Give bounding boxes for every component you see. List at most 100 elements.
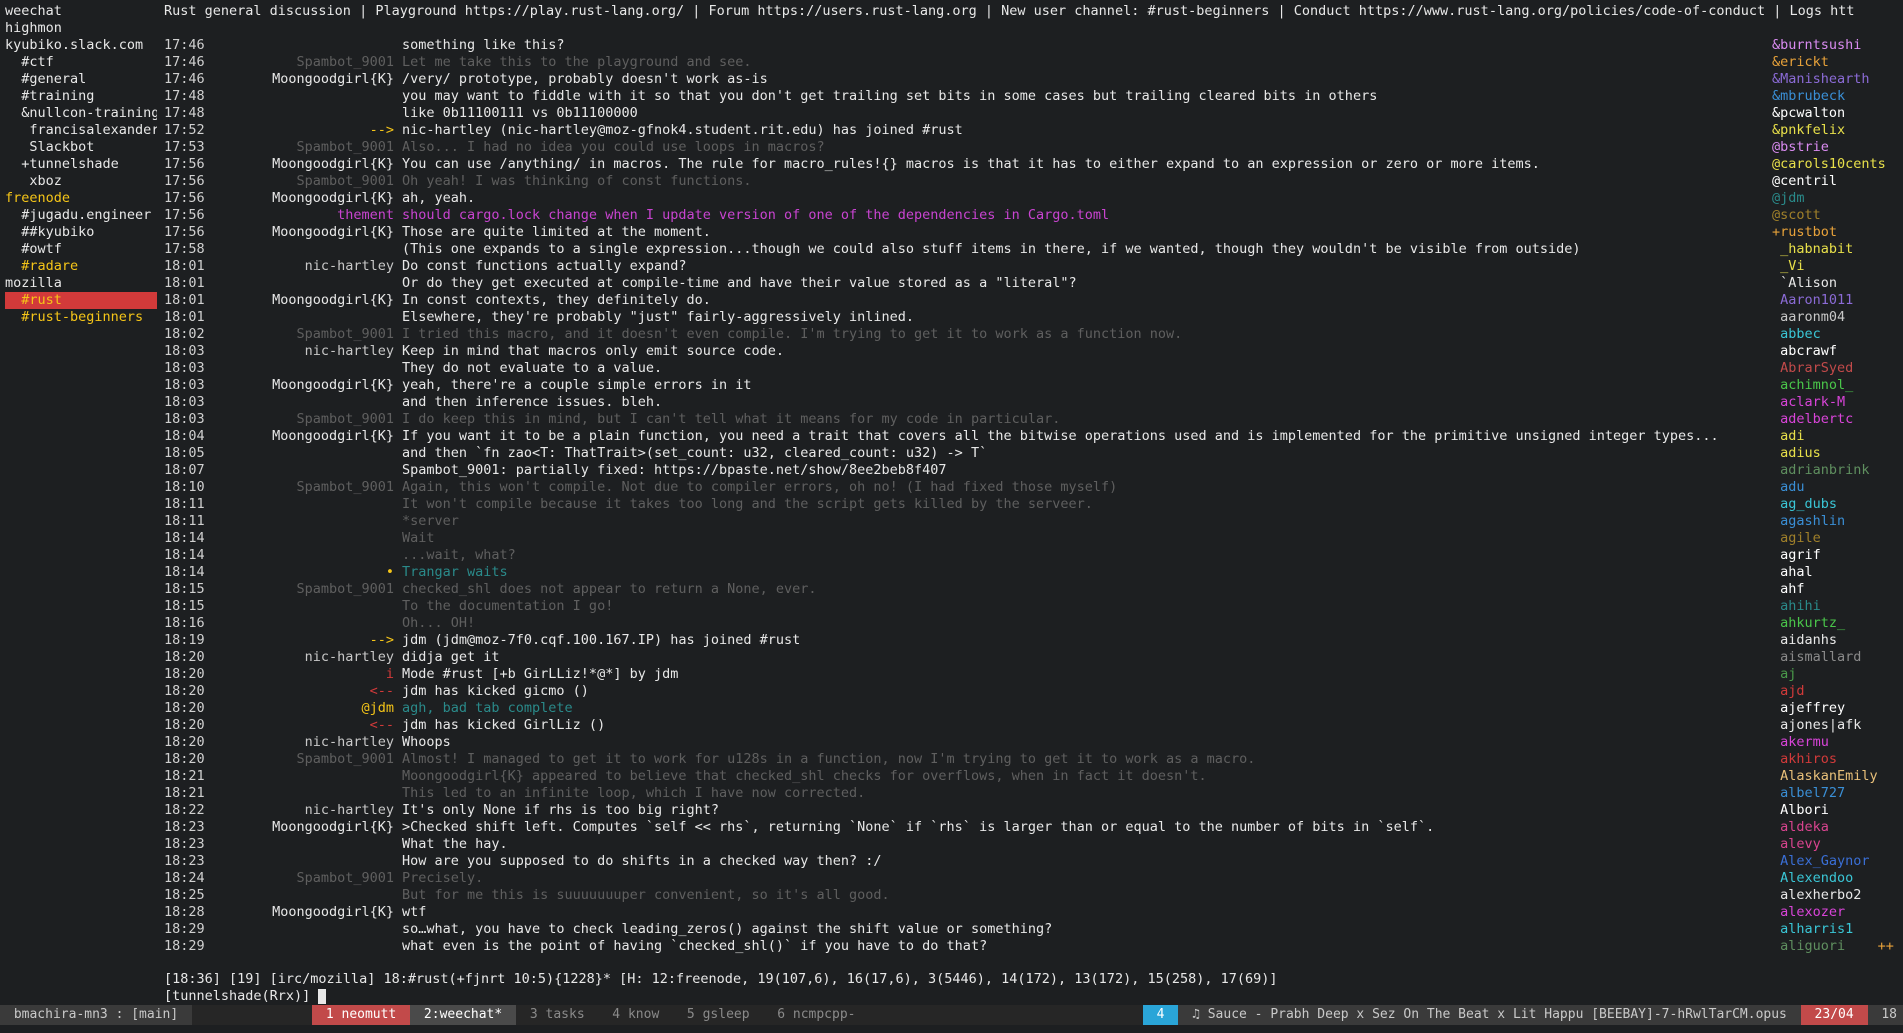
nick-item[interactable]: +rustbot <box>1772 224 1897 241</box>
nick-item[interactable]: AbrarSyed <box>1772 360 1897 377</box>
message: so…what, you have to check leading_zeros… <box>402 921 1053 937</box>
nick-item[interactable]: Alex_Gaynor <box>1772 853 1897 870</box>
nick-item[interactable]: akermu <box>1772 734 1897 751</box>
nick-item[interactable]: &erickt <box>1772 54 1897 71</box>
nick-item[interactable]: Alexendoo <box>1772 870 1897 887</box>
tmux-window-tab[interactable]: 3 tasks <box>516 1005 598 1025</box>
nick-item[interactable]: adu <box>1772 479 1897 496</box>
input-line[interactable]: [tunnelshade(Rrx)] <box>164 988 327 1005</box>
buffer-item[interactable]: weechat <box>5 3 157 20</box>
buffer-item[interactable]: #radare <box>5 258 157 275</box>
nick-item[interactable]: akhiros <box>1772 751 1897 768</box>
nick-item[interactable]: achimnol_ <box>1772 377 1897 394</box>
nick-item[interactable]: _habnabit <box>1772 241 1897 258</box>
nick-item[interactable]: aclark-M <box>1772 394 1897 411</box>
timestamp: 17:48 <box>164 105 205 121</box>
nick-item[interactable]: abbec <box>1772 326 1897 343</box>
timestamp: 18:03 <box>164 343 205 359</box>
nick-item[interactable]: &burntsushi <box>1772 37 1897 54</box>
nick-item[interactable]: @jdm <box>1772 190 1897 207</box>
more-indicator: ++ <box>1845 938 1894 954</box>
nick-item[interactable]: @centril <box>1772 173 1897 190</box>
nick-item[interactable]: AlaskanEmily <box>1772 768 1897 785</box>
nick-item[interactable]: albel727 <box>1772 785 1897 802</box>
nick-item[interactable]: agrif <box>1772 547 1897 564</box>
nick: Spambot_9001 <box>296 751 394 767</box>
chat-line: 17:56 Moongoodgirl{K} Those are quite limi… <box>164 224 1764 241</box>
tmux-window-tab[interactable]: 6 ncmpcpp- <box>763 1005 869 1025</box>
nick-item[interactable]: Aaron1011 <box>1772 292 1897 309</box>
buffer-item[interactable]: &nullcon-training <box>5 105 157 122</box>
nick: • <box>385 564 394 580</box>
nick <box>224 88 402 105</box>
buffer-item[interactable]: #training <box>5 88 157 105</box>
nick-item[interactable]: @scott <box>1772 207 1897 224</box>
nick-item[interactable]: ag_dubs <box>1772 496 1897 513</box>
nick-item[interactable]: aldeka <box>1772 819 1897 836</box>
chat-line: 18:28 Moongoodgirl{K} wtf <box>164 904 1764 921</box>
buffer-item[interactable]: +tunnelshade <box>5 156 157 173</box>
timestamp: 17:53 <box>164 139 205 155</box>
buffer-item[interactable]: #rust-beginners <box>5 309 157 326</box>
buffer-item[interactable]: #ctf <box>5 54 157 71</box>
buffer-item[interactable]: mozilla <box>5 275 157 292</box>
buffer-item[interactable]: kyubiko.slack.com <box>5 37 157 54</box>
buffer-item[interactable]: #general <box>5 71 157 88</box>
nick-item[interactable]: ahihi <box>1772 598 1897 615</box>
nick-item[interactable]: Albori <box>1772 802 1897 819</box>
nick-item[interactable]: ahal <box>1772 564 1897 581</box>
buffer-item[interactable]: highmon <box>5 20 157 37</box>
nick-item[interactable]: aismallard <box>1772 649 1897 666</box>
nick-item[interactable]: agile <box>1772 530 1897 547</box>
timestamp: 18:01 <box>164 275 205 291</box>
nick-item[interactable]: `Alison <box>1772 275 1897 292</box>
nick-item[interactable]: aj <box>1772 666 1897 683</box>
nick-item[interactable]: aliguori ++ <box>1772 938 1897 955</box>
tmux-window-tab[interactable]: 4 know <box>598 1005 673 1025</box>
tmux-window-tab[interactable]: 2:weechat* <box>410 1005 517 1025</box>
nick-item[interactable]: alexherbo2 <box>1772 887 1897 904</box>
nick-item[interactable]: alevy <box>1772 836 1897 853</box>
nick-item[interactable]: adelbertc <box>1772 411 1897 428</box>
timestamp: 18:20 <box>164 734 205 750</box>
buffer-item[interactable]: ##kyubiko <box>5 224 157 241</box>
timestamp: 18:29 <box>164 921 205 937</box>
nick-item[interactable]: &mbrubeck <box>1772 88 1897 105</box>
nick-item[interactable]: abcrawf <box>1772 343 1897 360</box>
nick-item[interactable]: &Manishearth <box>1772 71 1897 88</box>
buffer-item[interactable]: Slackbot <box>5 139 157 156</box>
message: jdm has kicked gicmo () <box>402 683 589 699</box>
buffer-item[interactable]: #rust <box>5 292 157 309</box>
chat-line: 17:46 something like this? <box>164 37 1764 54</box>
nick-item[interactable]: _Vi <box>1772 258 1897 275</box>
nick-item[interactable]: aaronm04 <box>1772 309 1897 326</box>
nick-item[interactable]: ajeffrey <box>1772 700 1897 717</box>
buffer-item[interactable]: #jugadu.engineer <box>5 207 157 224</box>
nick-item[interactable]: aidanhs <box>1772 632 1897 649</box>
tmux-window-tab[interactable]: 5 gsleep <box>673 1005 763 1025</box>
timestamp: 17:56 <box>164 156 205 172</box>
timestamp: 18:01 <box>164 292 205 308</box>
nick-item[interactable]: ajd <box>1772 683 1897 700</box>
buffer-item[interactable]: francisalexander <box>5 122 157 139</box>
nick-item[interactable]: alexozer <box>1772 904 1897 921</box>
tmux-window-tab[interactable]: 1 neomutt <box>312 1005 411 1025</box>
nick-item[interactable]: alharris1 <box>1772 921 1897 938</box>
nick-item[interactable]: &pcwalton <box>1772 105 1897 122</box>
chat-line: 18:03 nic-hartley Keep in mind that macros… <box>164 343 1764 360</box>
nick-item[interactable]: @bstrie <box>1772 139 1897 156</box>
nick-item[interactable]: agashlin <box>1772 513 1897 530</box>
buffer-item[interactable]: #owtf <box>5 241 157 258</box>
nick-item[interactable]: ajones|afk <box>1772 717 1897 734</box>
nick-item[interactable]: adrianbrink <box>1772 462 1897 479</box>
chat-line: 18:03 Moongoodgirl{K} yeah, there're a cou… <box>164 377 1764 394</box>
nick-item[interactable]: ahkurtz_ <box>1772 615 1897 632</box>
nick-item[interactable]: ahf <box>1772 581 1897 598</box>
nick-item[interactable]: &pnkfelix <box>1772 122 1897 139</box>
buffer-item[interactable]: xboz <box>5 173 157 190</box>
status-bar: [18:36] [19] [irc/mozilla] 18:#rust(+fjn… <box>164 971 1278 987</box>
nick-item[interactable]: adius <box>1772 445 1897 462</box>
nick-item[interactable]: adi <box>1772 428 1897 445</box>
nick-item[interactable]: @carols10cents <box>1772 156 1897 173</box>
buffer-item[interactable]: freenode <box>5 190 157 207</box>
